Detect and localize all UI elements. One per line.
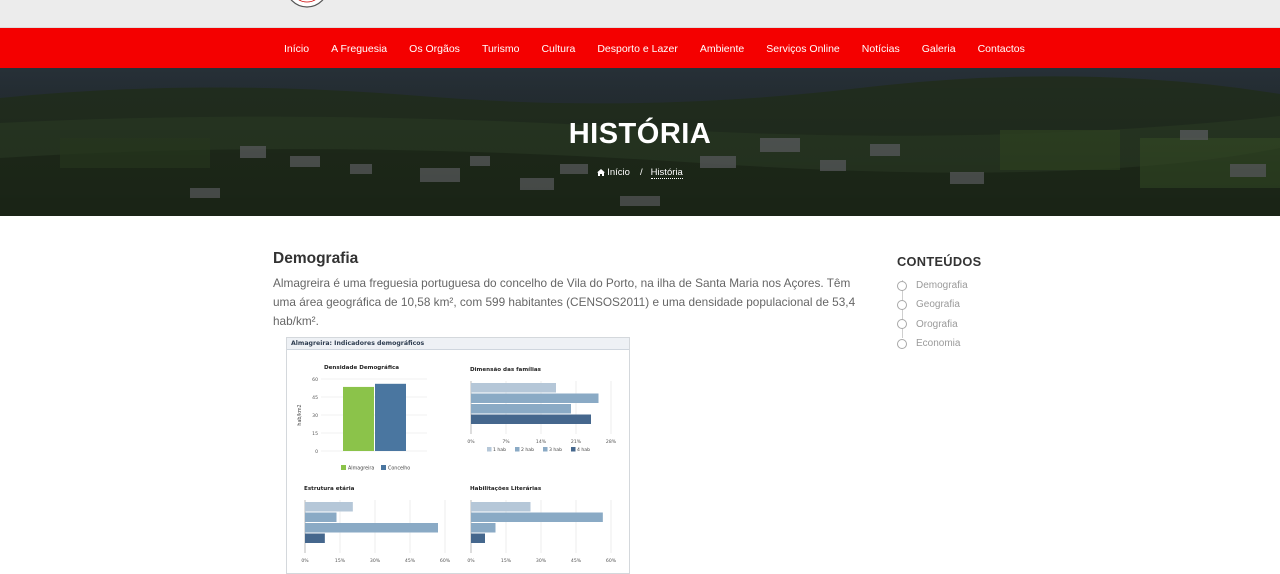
y-tick-label: 45: [312, 395, 318, 401]
toc-bullet-icon: [897, 299, 907, 310]
x-tick-label: 30%: [370, 558, 381, 564]
breadcrumb-home-label: Início: [607, 167, 630, 178]
x-tick-label: 45%: [571, 558, 582, 564]
x-tick-label: 28%: [606, 439, 617, 445]
bar: [471, 383, 556, 393]
y-tick-label: 0: [315, 449, 318, 455]
toc-item-geografia[interactable]: Geografia: [897, 295, 1097, 314]
legend-label: Concelho: [388, 466, 410, 472]
bar: [471, 512, 603, 522]
nav-item-turismo[interactable]: Turismo: [482, 43, 520, 55]
x-tick-label: 14%: [536, 439, 547, 445]
x-tick-label: 0%: [467, 439, 475, 445]
bar: [471, 502, 531, 512]
home-icon: [597, 168, 606, 176]
bar-concelho: [375, 383, 406, 451]
x-tick-label: 0%: [301, 558, 309, 564]
y-tick-label: 60: [312, 377, 318, 383]
legend-swatch: [381, 465, 386, 470]
intro-paragraph: Almagreira é uma freguesia portuguesa do…: [273, 276, 856, 328]
legend-swatch: [543, 447, 548, 452]
site-header: [0, 0, 1280, 28]
legend-label: Almagreira: [348, 466, 374, 472]
toc-link-geografia[interactable]: Geografia: [916, 299, 960, 310]
nav-item-ambiente[interactable]: Ambiente: [700, 43, 744, 55]
toc-item-orografia[interactable]: Orografia: [897, 315, 1097, 334]
legend-swatch: [571, 447, 576, 452]
x-tick-label: 60%: [440, 558, 451, 564]
legend-swatch: [515, 447, 520, 452]
chart-title: Dimensão das famílias: [470, 366, 542, 373]
toc-bullet-icon: [897, 338, 907, 349]
legend-label: 4 hab: [577, 447, 590, 453]
y-axis-label: hab/km2: [297, 404, 303, 425]
nav-item-servicos-online[interactable]: Serviços Online: [766, 43, 840, 55]
breadcrumb: Início / História: [0, 167, 1280, 179]
toc-item-economia[interactable]: Economia: [897, 334, 1097, 353]
toc-bullet-icon: [897, 319, 907, 330]
y-tick-label: 15: [312, 431, 318, 437]
bar: [471, 414, 591, 424]
toc-link-orografia[interactable]: Orografia: [916, 319, 958, 330]
x-tick-label: 21%: [571, 439, 582, 445]
toc-item-demografia[interactable]: Demografia: [897, 276, 1097, 295]
x-tick-label: 60%: [606, 558, 617, 564]
breadcrumb-current: História: [650, 167, 683, 179]
demographic-indicators-figure: Almagreira: Indicadores demográficos Den…: [286, 337, 630, 574]
x-tick-label: 7%: [502, 439, 510, 445]
breadcrumb-separator: /: [639, 167, 643, 178]
sidebar-title: CONTEÚDOS: [897, 254, 982, 269]
legend-swatch: [341, 465, 346, 470]
main-navigation: Início A Freguesia Os Orgãos Turismo Cul…: [0, 28, 1280, 68]
x-tick-label: 0%: [467, 558, 475, 564]
x-tick-label: 30%: [536, 558, 547, 564]
legend-label: 1 hab: [493, 447, 506, 453]
nav-item-contactos[interactable]: Contactos: [978, 43, 1025, 55]
legend-label: 2 hab: [521, 447, 534, 453]
nav-item-inicio[interactable]: Início: [284, 43, 309, 55]
nav-item-noticias[interactable]: Notícias: [862, 43, 900, 55]
figure-header: Almagreira: Indicadores demográficos: [287, 338, 629, 350]
bar: [305, 523, 438, 533]
bar-almagreira: [343, 386, 374, 451]
contents-list: Demografia Geografia Orografia Economia: [897, 276, 1097, 353]
x-tick-label: 45%: [405, 558, 416, 564]
toc-link-economia[interactable]: Economia: [916, 338, 960, 349]
nav-item-os-orgaos[interactable]: Os Orgãos: [409, 43, 460, 55]
x-tick-label: 15%: [335, 558, 346, 564]
section-title: Demografia: [273, 250, 359, 267]
bar: [305, 512, 337, 522]
legend-label: 3 hab: [549, 447, 562, 453]
toc-link-demografia[interactable]: Demografia: [916, 280, 968, 291]
contents-sidebar: CONTEÚDOS Demografia Geografia Orografia…: [897, 254, 1097, 353]
page-hero: HISTÓRIA Início / História: [0, 68, 1280, 216]
bar: [305, 502, 353, 512]
bar: [471, 393, 599, 403]
chart-title: Estrutura etária: [304, 485, 355, 492]
bar: [305, 533, 325, 543]
breadcrumb-home-link[interactable]: Início: [597, 167, 630, 178]
nav-item-galeria[interactable]: Galeria: [922, 43, 956, 55]
page-title: HISTÓRIA: [568, 118, 712, 150]
demographic-charts: Densidade Demográfica 0 15 30 45 60 hab/km2 Alm…: [297, 364, 617, 564]
nav-item-cultura[interactable]: Cultura: [541, 43, 575, 55]
chart-title: Habilitações Literárias: [470, 485, 542, 492]
chart-title: Densidade Demográfica: [324, 364, 399, 371]
bar: [471, 523, 496, 533]
toc-bullet-icon: [897, 280, 907, 291]
nav-item-desporto-e-lazer[interactable]: Desporto e Lazer: [597, 43, 678, 55]
legend-swatch: [487, 447, 492, 452]
bar: [471, 533, 485, 543]
site-logo[interactable]: [284, 0, 330, 10]
nav-item-a-freguesia[interactable]: A Freguesia: [331, 43, 387, 55]
main-content: Demografia Almagreira é uma freguesia po…: [273, 250, 873, 331]
y-tick-label: 30: [312, 413, 318, 419]
bar: [471, 404, 571, 414]
x-tick-label: 15%: [501, 558, 512, 564]
